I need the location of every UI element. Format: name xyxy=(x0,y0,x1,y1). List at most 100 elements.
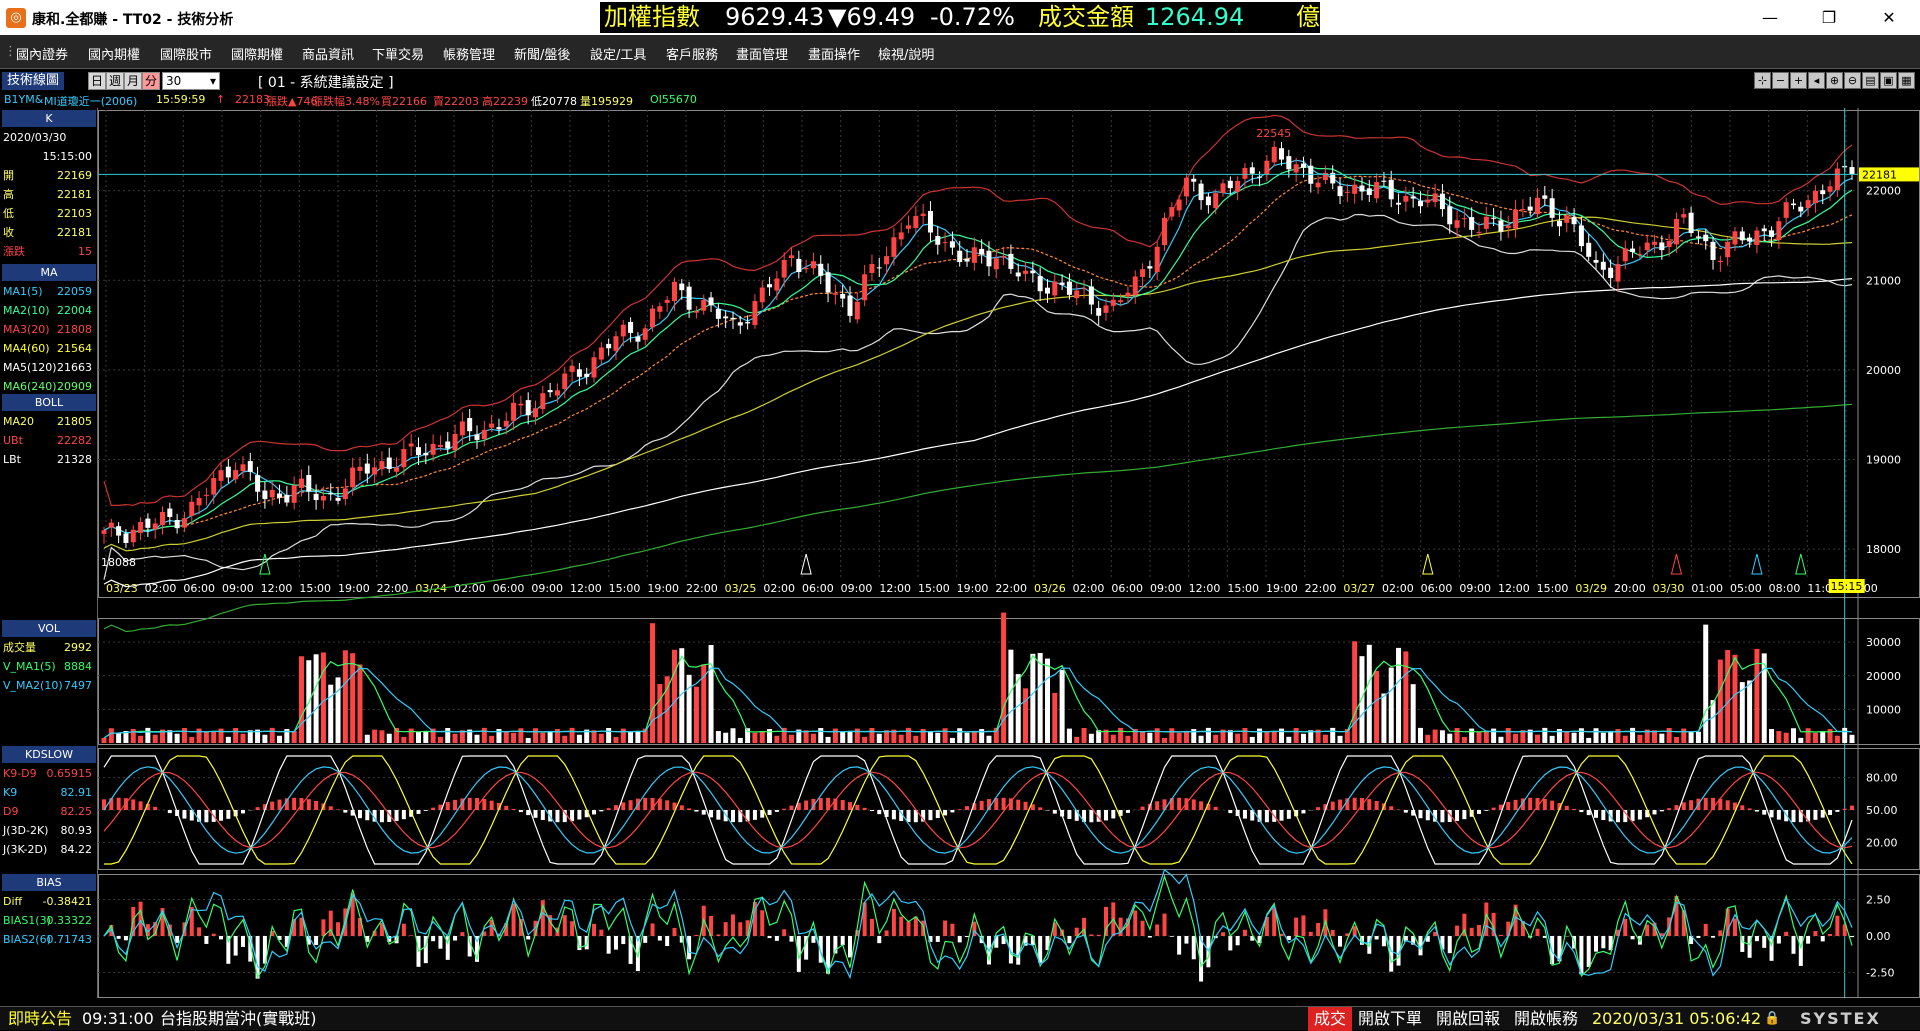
candle-body xyxy=(862,274,867,300)
time-tick-label: 03/25 xyxy=(725,582,757,595)
move-left-icon[interactable]: ◂ xyxy=(1808,72,1825,89)
menu-item-5[interactable]: 下單交易 xyxy=(372,44,424,63)
minimize-button[interactable]: — xyxy=(1747,0,1793,35)
menu-item-10[interactable]: 畫面管理 xyxy=(736,44,788,63)
menu-item-11[interactable]: 畫面操作 xyxy=(808,44,860,63)
candle-body xyxy=(1820,190,1825,194)
menu-item-0[interactable]: 國內證券 xyxy=(16,44,68,63)
zoom-in-icon[interactable]: ⊕ xyxy=(1826,72,1843,89)
volume-bar xyxy=(1850,735,1855,743)
value-label: K9 xyxy=(3,784,17,801)
menu-item-1[interactable]: 國內期權 xyxy=(88,44,140,63)
open-order-button[interactable]: 開啟下單 xyxy=(1358,1007,1422,1031)
crosshair-icon[interactable]: ⊹ xyxy=(1754,72,1771,89)
period-month-button[interactable]: 月 xyxy=(124,72,142,90)
ma10-line xyxy=(104,167,1852,533)
candle-body xyxy=(131,530,136,542)
menu-item-12[interactable]: 檢視/說明 xyxy=(878,44,934,63)
info-field-4: 22183 xyxy=(235,93,270,106)
bias-diff-bar xyxy=(1316,923,1320,936)
time-tick-label: 20:00 xyxy=(1614,582,1646,595)
volume-bar xyxy=(145,728,150,743)
bias-diff-bar xyxy=(321,919,325,936)
filled-button[interactable]: 成交 xyxy=(1308,1007,1352,1031)
section-header-k[interactable]: K xyxy=(2,110,96,127)
volume-bar xyxy=(1542,728,1547,743)
ticker-unit: 億 xyxy=(1296,2,1320,33)
bias-diff-bar xyxy=(1821,936,1825,941)
candle-body xyxy=(1506,225,1511,228)
candle-body xyxy=(1294,164,1299,172)
bias-diff-bar xyxy=(870,919,874,936)
status-bar: 即時公告 09:31:00 台指股期當沖(實戰班) 成交 開啟下單 開啟回報 開… xyxy=(0,1006,1920,1030)
time-tick-label: 19:00 xyxy=(1266,582,1298,595)
volume-bar xyxy=(613,737,618,743)
menu-item-7[interactable]: 新聞/盤後 xyxy=(514,44,570,63)
menu-item-6[interactable]: 帳務管理 xyxy=(443,44,495,63)
restore-button[interactable]: ❐ xyxy=(1806,0,1852,35)
candle-body xyxy=(1667,241,1672,247)
candle-body xyxy=(730,318,735,319)
candle-body xyxy=(1718,261,1723,262)
save-icon[interactable]: ▣ xyxy=(1880,72,1897,89)
candle-body xyxy=(292,486,297,503)
bias-diff-bar xyxy=(724,922,728,936)
volume-bar xyxy=(1498,737,1503,743)
menu-item-8[interactable]: 設定/工具 xyxy=(590,44,646,63)
print-icon[interactable]: ▤ xyxy=(1862,72,1879,89)
period-minute-button[interactable]: 分 xyxy=(142,72,160,90)
interval-select[interactable]: 30 ▾ xyxy=(162,72,220,90)
menu-item-2[interactable]: 國際股市 xyxy=(160,44,212,63)
candle-body xyxy=(1162,218,1167,245)
section-header-boll[interactable]: BOLL xyxy=(2,394,96,411)
config-label[interactable]: [ 01 - 系統建議設定 ] xyxy=(258,72,394,92)
candle-body xyxy=(1623,248,1628,261)
kd-diff-bar xyxy=(380,810,384,822)
menu-item-4[interactable]: 商品資訊 xyxy=(302,44,354,63)
menu-item-9[interactable]: 客戶服務 xyxy=(666,44,718,63)
volume-bar xyxy=(965,733,970,743)
kd-diff-bar xyxy=(117,798,121,810)
bias-diff-bar xyxy=(197,927,201,936)
candle-body xyxy=(526,400,531,415)
bias-diff-bar xyxy=(599,930,603,936)
value-number: -0.38421 xyxy=(43,893,92,910)
volume-bar xyxy=(562,736,567,743)
plus-icon[interactable]: + xyxy=(1790,72,1807,89)
tech-chart-tab[interactable]: 技術線圖 xyxy=(2,72,64,90)
close-button[interactable]: ✕ xyxy=(1866,0,1912,35)
candle-body xyxy=(1184,178,1189,197)
section-header-vol[interactable]: VOL xyxy=(2,620,96,637)
candle-body xyxy=(197,498,202,505)
kd-diff-bar xyxy=(907,810,911,822)
minus-icon[interactable]: − xyxy=(1772,72,1789,89)
open-report-button[interactable]: 開啟回報 xyxy=(1436,1007,1500,1031)
volume-bar xyxy=(657,684,662,743)
volume-bar xyxy=(1272,732,1277,743)
candle-body xyxy=(774,279,779,291)
section-header-ma[interactable]: MA xyxy=(2,264,96,281)
candle-body xyxy=(460,421,465,435)
bias-diff-bar xyxy=(1623,919,1627,936)
section-header-bias[interactable]: BIAS xyxy=(2,874,96,891)
volume-bar xyxy=(1703,625,1708,743)
open-account-button[interactable]: 開啟帳務 xyxy=(1514,1007,1578,1031)
announce-message[interactable]: 台指股期當沖(實戰班) xyxy=(160,1007,317,1031)
candle-body xyxy=(599,347,604,359)
value-number: 15 xyxy=(78,243,92,260)
lock-icon[interactable]: 🔒 xyxy=(1764,1007,1780,1031)
candle-body xyxy=(635,336,640,341)
period-day-button[interactable]: 日 xyxy=(88,72,106,90)
period-week-button[interactable]: 週 xyxy=(106,72,124,90)
section-header-kd[interactable]: KDSLOW xyxy=(2,746,96,763)
settings-icon[interactable]: ▦ xyxy=(1898,72,1915,89)
technical-chart[interactable]: 220002100020000190001800003/2302:0006:00… xyxy=(98,108,1920,998)
candle-body xyxy=(438,445,443,447)
menu-item-3[interactable]: 國際期權 xyxy=(231,44,283,63)
boll-value-row: MA2021805 xyxy=(3,413,95,430)
volume-bar xyxy=(153,735,158,743)
zoom-out-icon[interactable]: ⊖ xyxy=(1844,72,1861,89)
bias-diff-bar xyxy=(1813,931,1817,936)
candle-body xyxy=(1798,207,1803,212)
candle-body xyxy=(1199,184,1204,200)
